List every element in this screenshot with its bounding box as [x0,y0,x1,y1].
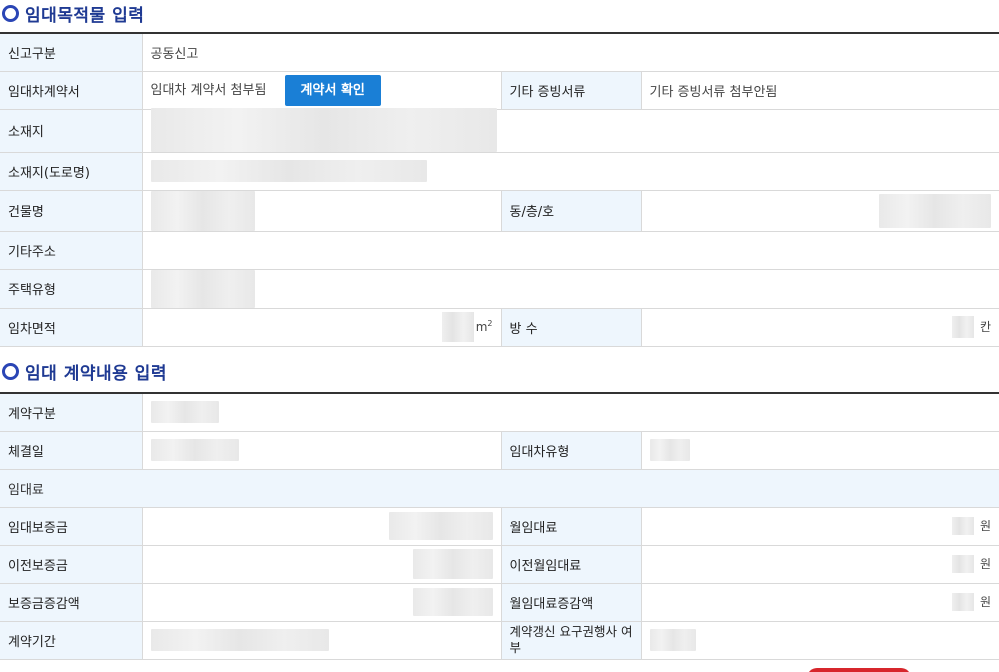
location-road-label: 소재지(도로명) [0,152,143,191]
prev-monthly-rent-label: 이전월임대료 [500,545,642,584]
other-docs-label: 기타 증빙서류 [500,71,642,110]
prev-monthly-rent-cell: 원 [641,545,999,584]
section-title-rental-property: 임대목적물 입력 [2,1,144,26]
housing-type-label: 주택유형 [0,269,143,309]
location-value-redacted [142,107,999,153]
contract-type-value-redacted [142,392,999,432]
monthly-rent-cell: 원 [641,507,999,546]
prev-monthly-value-redacted [951,555,974,574]
deposit-change-value-redacted [142,583,501,622]
lease-type-label: 임대차유형 [500,431,642,470]
table-row: 소재지 [0,107,999,153]
signed-date-value-redacted [142,431,501,470]
table-row: 임대차계약서 임대차 계약서 첨부됨 계약서 확인 기타 증빙서류 기타 증빙서… [0,71,999,110]
table-row: 신고구분 공동신고 [0,32,999,72]
table-row: 임대료 [0,469,999,508]
prev-deposit-label: 이전보증금 [0,545,143,584]
contract-doc-label: 임대차계약서 [0,71,143,110]
table-row: 임대보증금 월임대료 원 [0,507,999,546]
area-value-cell: m2 [142,308,501,347]
table-row: 기타주소 [0,231,999,270]
building-name-label: 건물명 [0,190,143,232]
other-address-label: 기타주소 [0,231,143,270]
monthly-change-cell: 원 [641,583,999,622]
section-title-text: 임대목적물 입력 [25,6,145,26]
table-row: 건물명 동/층/호 [0,190,999,232]
renewal-right-value-redacted [641,621,999,660]
rental-property-table: 신고구분 공동신고 임대차계약서 임대차 계약서 첨부됨 계약서 확인 기타 증… [0,32,999,347]
contract-doc-value: 임대차 계약서 첨부됨 [150,82,267,98]
signed-date-label: 체결일 [0,431,143,470]
prev-deposit-value-redacted [142,545,501,584]
table-row: 계약기간 계약갱신 요구권행사 여부 [0,621,999,660]
table-row: 소재지(도로명) [0,152,999,191]
deposit-value-redacted [142,507,501,546]
dong-floor-ho-value-redacted [641,190,999,232]
table-row: 주택유형 [0,269,999,309]
monthly-change-label: 월임대료증감액 [500,583,642,622]
contract-doc-cell: 임대차 계약서 첨부됨 계약서 확인 [142,71,501,110]
report-type-label: 신고구분 [0,32,143,72]
rooms-value-redacted [951,316,974,338]
section-title-text: 임대 계약내용 입력 [25,364,167,384]
rooms-label: 방 수 [500,308,642,347]
dong-floor-ho-label: 동/층/호 [500,190,642,232]
table-row: 이전보증금 이전월임대료 원 [0,545,999,584]
table-row: 보증금증감액 월임대료증감액 원 [0,583,999,622]
contract-period-label: 계약기간 [0,621,143,660]
rent-section-label: 임대료 [0,469,999,508]
contract-type-label: 계약구분 [0,392,143,432]
prev-monthly-unit: 원 [979,556,992,571]
table-row: 체결일 임대차유형 [0,431,999,470]
contract-details-table: 계약구분 체결일 임대차유형 임대료 임대보증금 월임대료 원 이전보증금 이전… [0,392,999,660]
other-address-value [142,231,999,270]
section-title-contract-details: 임대 계약내용 입력 [2,359,167,384]
red-action-button-partial[interactable] [807,668,911,672]
deposit-change-label: 보증금증감액 [0,583,143,622]
report-type-value: 공동신고 [142,32,999,72]
monthly-rent-unit: 원 [979,518,992,533]
monthly-rent-label: 월임대료 [500,507,642,546]
monthly-rent-value-redacted [951,517,974,536]
area-value-redacted [441,312,474,342]
contract-confirm-button[interactable]: 계약서 확인 [284,74,381,106]
location-road-value-redacted [142,152,999,191]
other-docs-value: 기타 증빙서류 첨부안됨 [641,71,999,110]
monthly-change-value-redacted [951,593,974,612]
building-name-value-redacted [142,190,501,232]
area-label: 임차면적 [0,308,143,347]
monthly-change-unit: 원 [979,594,992,609]
location-label: 소재지 [0,109,143,153]
area-unit: m2 [475,318,493,334]
deposit-label: 임대보증금 [0,507,143,546]
table-row: 임차면적 m2 방 수 칸 [0,308,999,347]
renewal-right-label: 계약갱신 요구권행사 여부 [500,621,642,660]
rooms-value-cell: 칸 [641,308,999,347]
lease-type-value-redacted [641,431,999,470]
housing-type-value-redacted [142,269,999,309]
circle-bullet-icon [2,5,19,22]
contract-period-value-redacted [142,621,501,660]
rooms-unit: 칸 [979,319,992,334]
circle-bullet-icon [2,363,19,380]
table-row: 계약구분 [0,392,999,432]
